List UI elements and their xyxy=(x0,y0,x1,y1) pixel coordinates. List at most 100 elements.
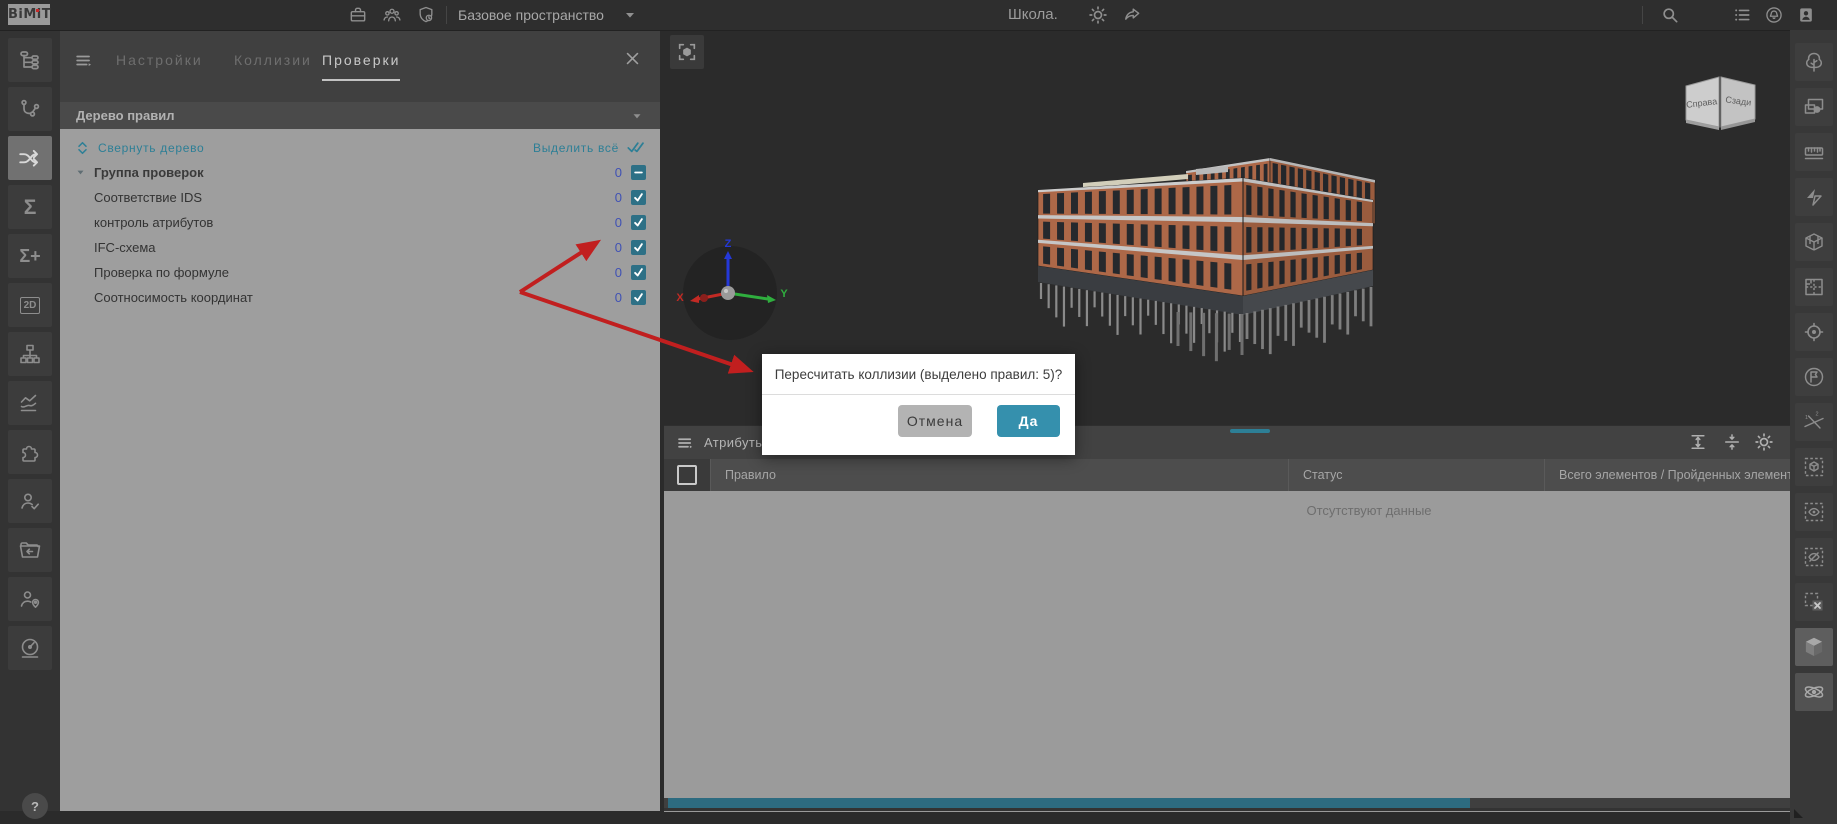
left-tool-plugins[interactable] xyxy=(8,430,52,474)
table-settings-gear-icon[interactable] xyxy=(1754,432,1774,452)
window-resize-handle[interactable] xyxy=(1794,809,1803,818)
left-tool-user-check[interactable] xyxy=(8,479,52,523)
right-tool-floorplan[interactable] xyxy=(1794,268,1833,306)
team-icon[interactable] xyxy=(382,5,402,25)
rules-tree-section[interactable]: Дерево правил xyxy=(60,102,660,129)
rule-count: 0 xyxy=(614,215,622,230)
right-tool-section-lines[interactable]: 1 2 xyxy=(1794,403,1833,441)
rule-checkbox-checked[interactable] xyxy=(631,240,646,255)
help-button[interactable]: ? xyxy=(22,793,48,819)
table-select-all-cell[interactable] xyxy=(664,459,710,491)
rule-row[interactable]: Соответствие IDS 0 xyxy=(60,185,660,210)
right-tool-environment[interactable] xyxy=(1794,43,1833,81)
shield-clock-icon[interactable] xyxy=(416,5,436,25)
chevron-down-icon[interactable] xyxy=(622,7,638,23)
search-icon[interactable] xyxy=(1660,5,1680,25)
right-tool-flash[interactable] xyxy=(1794,178,1833,216)
show-selection-eye-icon xyxy=(1804,502,1823,522)
rule-row[interactable]: контроль атрибутов 0 xyxy=(60,210,660,235)
row-height-icon[interactable] xyxy=(1688,432,1708,452)
settings-gear-icon[interactable] xyxy=(1088,5,1108,25)
shuffle-icon xyxy=(19,149,39,167)
section-line-1-label: 1 xyxy=(1805,415,1808,421)
gauge-icon xyxy=(21,638,39,658)
left-tool-import[interactable] xyxy=(8,528,52,572)
attributes-panel: Атрибуты Правило Статус Всего элементов … xyxy=(664,425,1790,812)
panel-menu-icon[interactable] xyxy=(74,51,93,70)
ruler-icon xyxy=(1804,147,1823,160)
confirm-button[interactable]: Да xyxy=(997,405,1060,437)
close-icon[interactable] xyxy=(624,50,641,67)
briefcase-icon[interactable] xyxy=(348,5,368,25)
hide-selection-eye-off-icon xyxy=(1804,547,1823,567)
double-check-icon[interactable] xyxy=(627,140,646,155)
right-tool-locate[interactable] xyxy=(1794,313,1833,351)
column-header-status: Статус xyxy=(1288,459,1544,491)
right-tool-hide-selection[interactable] xyxy=(1794,538,1833,576)
tree-utility-row: Свернуть дерево Выделить всё xyxy=(60,135,660,160)
right-tool-orbit[interactable] xyxy=(1794,673,1833,711)
collapse-tree-link[interactable]: Свернуть дерево xyxy=(98,141,204,155)
left-tool-sum-add[interactable]: Σ+ xyxy=(8,234,52,278)
left-tool-graphs[interactable] xyxy=(8,381,52,425)
rule-count: 0 xyxy=(614,240,622,255)
left-tool-sum[interactable]: Σ xyxy=(8,185,52,229)
bim-model-school-building xyxy=(1037,157,1376,362)
left-tool-relations[interactable] xyxy=(8,87,52,131)
horizontal-scrollbar[interactable] xyxy=(664,798,1790,808)
navigation-cube[interactable]: Справа Сзади xyxy=(1682,70,1760,136)
left-tool-structure[interactable] xyxy=(8,38,52,82)
table-select-all-checkbox[interactable] xyxy=(677,465,697,485)
section-lines-icon: 1 2 xyxy=(1803,412,1824,429)
tab-settings[interactable]: Настройки xyxy=(116,52,203,79)
scrollbar-thumb[interactable] xyxy=(668,798,1470,808)
list-menu-icon[interactable] xyxy=(1732,5,1752,25)
rule-checkbox-checked[interactable] xyxy=(631,190,646,205)
rule-checkbox-checked[interactable] xyxy=(631,215,646,230)
rule-row[interactable]: Соотносимость координат 0 xyxy=(60,285,660,310)
collapse-rows-icon[interactable] xyxy=(1722,432,1742,452)
rule-checkbox-checked[interactable] xyxy=(631,290,646,305)
right-tool-solid-view[interactable] xyxy=(1794,628,1833,666)
left-tool-hierarchy[interactable] xyxy=(8,332,52,376)
right-tool-measure[interactable] xyxy=(1794,133,1833,171)
tab-collisions[interactable]: Коллизии xyxy=(234,52,312,79)
left-tool-checks[interactable] xyxy=(8,136,52,180)
panel-menu-icon[interactable] xyxy=(676,434,694,452)
app-logo[interactable]: BiMiT xyxy=(8,4,51,25)
right-tool-selection-area[interactable] xyxy=(1794,88,1833,126)
select-all-link[interactable]: Выделить всё xyxy=(533,141,619,155)
right-tool-isolate-selection[interactable] xyxy=(1794,448,1833,486)
left-tool-2d[interactable]: 2D xyxy=(8,283,52,327)
fit-view-button[interactable] xyxy=(670,35,704,69)
rule-group-row[interactable]: Группа проверок 0 xyxy=(60,160,660,185)
account-icon[interactable] xyxy=(1796,5,1816,25)
rule-row[interactable]: IFC-схема 0 xyxy=(60,235,660,260)
left-tool-dashboard[interactable] xyxy=(8,626,52,670)
group-checkbox-indeterminate[interactable] xyxy=(631,165,646,180)
right-tool-clear-selection[interactable] xyxy=(1794,583,1833,621)
collapse-tree-icon[interactable] xyxy=(76,141,89,155)
right-tool-section-box[interactable] xyxy=(1794,223,1833,261)
column-header-total: Всего элементов / Пройденных элементов xyxy=(1544,459,1790,491)
tab-checks[interactable]: Проверки xyxy=(322,52,401,81)
axis-gizmo[interactable]: Z Y X xyxy=(668,233,792,357)
attributes-table-body: Отсутствуют данные xyxy=(664,491,1790,798)
rule-row[interactable]: Проверка по формуле 0 xyxy=(60,260,660,285)
rule-group-label: Группа проверок xyxy=(94,165,204,180)
panel-header: Настройки Коллизии Проверки xyxy=(60,30,660,102)
rule-checkbox-checked[interactable] xyxy=(631,265,646,280)
right-tool-flag[interactable] xyxy=(1794,358,1833,396)
chevron-down-icon xyxy=(633,113,641,118)
notifications-icon[interactable] xyxy=(1764,5,1784,25)
focus-model-icon xyxy=(678,43,696,61)
share-icon[interactable] xyxy=(1122,5,1142,25)
panel-drag-handle[interactable] xyxy=(1230,429,1270,433)
locate-target-icon xyxy=(1804,322,1823,342)
section-cube-icon xyxy=(1804,233,1823,251)
left-tool-user-location[interactable] xyxy=(8,577,52,621)
workspace-selector-label[interactable]: Базовое пространство xyxy=(458,7,604,23)
right-tool-show-selection[interactable] xyxy=(1794,493,1833,531)
tree-caret-icon[interactable] xyxy=(76,168,85,177)
cancel-button[interactable]: Отмена xyxy=(898,405,972,437)
